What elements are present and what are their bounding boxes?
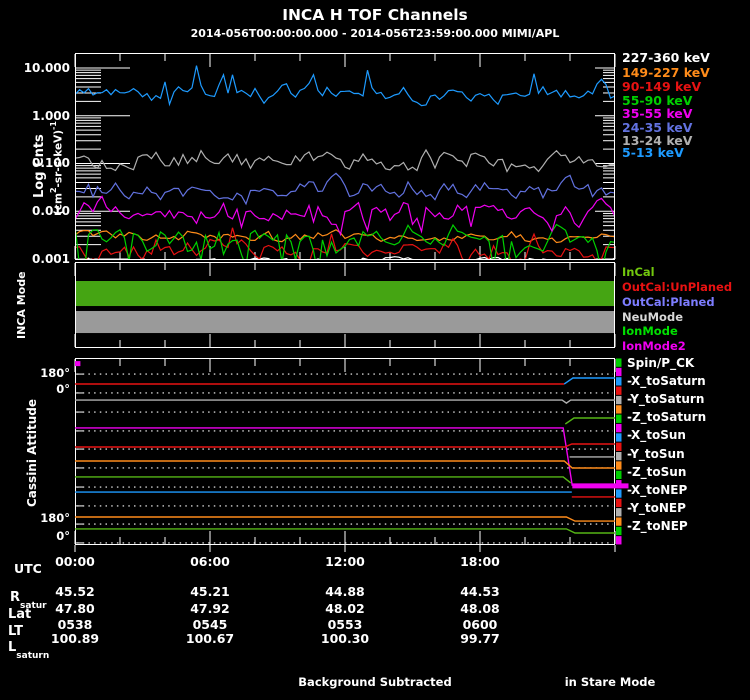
attitude-right-strip-segment [616,536,622,545]
series-5-13keV [76,65,614,107]
unit-sup: 2 [49,187,58,193]
page-title: INCA H TOF Channels [282,6,468,24]
attitude-right-strip-segment [616,423,622,433]
attitude-right-strip-segment [616,489,622,498]
utc-tick-1: 06:00 [190,554,230,569]
legend-attitude-y-nep: -Y_toNEP [627,501,686,515]
attitude-right-strip-segment [616,442,622,451]
legend-attitude-y-saturn: -Y_toSaturn [627,392,705,406]
attitude-right-strip-segment [616,377,622,386]
row-label-lat: Lat [8,607,32,622]
attitude-right-strip-segment [616,395,622,405]
attitude-right-strip-segment [616,461,622,470]
attitude-ytick-0: 180° [40,366,70,380]
legend-attitude-x-nep: -X_toNEP [627,483,688,497]
attitude-right-strip-segment [616,508,622,517]
row-label-lt: LT [8,624,23,639]
attitude-right-strip-segment [616,414,622,423]
attitude-right-strip-segment [616,386,622,395]
attitude-right-strip-segment [616,405,622,414]
legend-attitude-y-sun: -Y_toSun [627,447,685,461]
legend-attitude-z-nep: -Z_toNEP [627,519,688,533]
attitude-yaxis-title: Cassini Attitude [25,398,39,508]
legend-channel-90-149: 90-149 keV [622,79,702,94]
legend-mode-ionmode: IonMode [622,324,678,338]
legend-attitude-z-sun: -Z_toSun [627,465,687,479]
row-r-value-0: 45.52 [55,584,95,599]
row-lat-value-3: 48.08 [460,601,500,616]
attitude-ytick-3: 0° [56,529,70,543]
legend-mode-outcal-planed: OutCal:Planed [622,295,715,309]
row-lat-value-1: 47.92 [190,601,230,616]
utc-tick-3: 18:00 [460,554,500,569]
legend-channel-227-360: 227-360 keV [622,50,710,65]
row-lat-value-2: 48.02 [325,601,365,616]
attitude-line-7 [75,443,615,448]
row-lt-value-0: 0538 [57,617,93,632]
legend-attitude-x-sun: -X_toSun [627,428,686,442]
legend-mode-neumode: NeuMode [622,310,683,324]
series-35-55keV [76,195,614,237]
legend-attitude-x-saturn: -X_toSaturn [627,374,706,388]
legend-mode-ionmode2: IonMode2 [622,339,686,353]
row-r-value-3: 44.53 [460,584,500,599]
tof-ytick-1: 1.000 [32,109,70,123]
row-lt-value-2: 0553 [327,617,363,632]
row-lat-value-0: 47.80 [55,601,95,616]
panel-border-0 [75,53,615,260]
attitude-line-3 [75,399,615,404]
legend-mode-incal: InCal [622,265,655,279]
footer-stare-mode: in Stare Mode [564,675,656,689]
utc-tick-0: 00:00 [55,554,95,569]
attitude-line-13 [75,516,615,522]
inca-mode-band-0 [76,281,614,307]
attitude-right-strip-segment [616,517,622,526]
attitude-line-10 [75,476,572,484]
attitude-right-strip-segment [616,526,622,536]
series-24-35keV [76,172,614,206]
legend-channel-35-55: 35-55 keV [622,106,693,121]
row-l-value-3: 99.77 [460,631,500,646]
legend-channel-149-227: 149-227 keV [622,65,710,80]
attitude-right-strip-segment [616,367,622,377]
tof-ytick-3: 0.010 [32,204,70,218]
row-l-value-0: 100.89 [50,631,100,646]
legend-attitude-spin: Spin/P_CK [627,356,695,370]
time-range-subtitle: 2014-056T00:00:00.000 - 2014-056T23:59:0… [190,27,560,40]
attitude-ytick-2: 180° [40,511,70,525]
legend-mode-outcal-unplaned: OutCal:UnPlaned [622,280,733,294]
row-r-value-1: 45.21 [190,584,230,599]
attitude-line-9 [75,460,615,469]
row-l-value-2: 100.30 [320,631,370,646]
attitude-right-strip-segment [616,452,622,461]
series-13-24keV [76,148,614,173]
tof-ytick-0: 10.000 [23,61,70,75]
inca-tof-plot: INCA H TOF Channels 2014-056T00:00:00.00… [0,0,750,700]
row-lt-value-1: 0545 [192,617,228,632]
row-lt-value-3: 0600 [462,617,498,632]
row-label-r-main: R [10,590,21,605]
row-l-value-1: 100.67 [185,631,235,646]
legend-attitude-z-saturn: -Z_toSaturn [627,410,707,424]
mode-yaxis-title: INCA Mode [15,271,28,339]
attitude-right-strip-segment [616,433,622,442]
inca-mode-band-1 [76,311,614,334]
attitude-line-2 [563,377,615,385]
attitude-right-strip-segment [616,498,622,508]
legend-channel-5-13: 5-13 keV [622,145,684,160]
footer-background-subtracted: Background Subtracted [298,675,452,689]
attitude-line-4 [564,417,615,425]
row-label-l-sub: saturn [16,650,50,661]
attitude-right-strip-segment [616,358,622,367]
attitude-right-strip-segment [616,480,622,489]
tof-series-group [76,65,614,259]
row-r-value-2: 44.88 [325,584,365,599]
tof-ytick-2: 0.100 [32,156,70,170]
utc-tick-2: 12:00 [325,554,365,569]
attitude-ytick-1: 0° [56,382,70,396]
attitude-right-strip-segment [616,470,622,479]
